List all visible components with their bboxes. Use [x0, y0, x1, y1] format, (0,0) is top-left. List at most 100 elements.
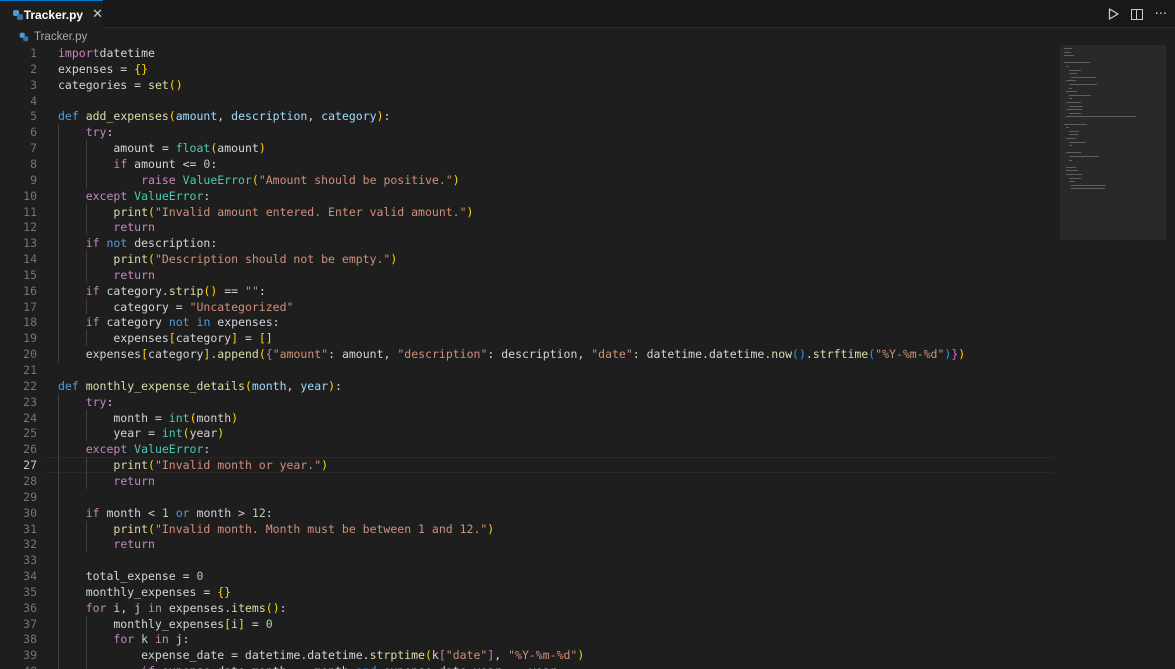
code-line[interactable]: 21: [0, 362, 1060, 378]
code-line[interactable]: 18 if category not in expenses:: [0, 314, 1060, 330]
code-line[interactable]: 3 categories = set(): [0, 77, 1060, 93]
minimap[interactable]: [1060, 45, 1175, 240]
line-number: 21: [23, 363, 37, 377]
tab-tracker-py[interactable]: Tracker.py ✕: [0, 0, 103, 28]
line-number: 22: [23, 378, 37, 393]
code-line[interactable]: 17 category = "Uncategorized": [0, 299, 1060, 315]
breadcrumb-file[interactable]: Tracker.py: [34, 31, 87, 43]
indent-guide: [85, 251, 87, 283]
code-text: try:: [85, 394, 114, 409]
code-line[interactable]: 19 expenses[category] = []: [0, 330, 1060, 346]
code-line[interactable]: 28 return: [0, 473, 1060, 489]
code-line[interactable]: 31 print("Invalid month. Month must be b…: [0, 521, 1060, 537]
more-actions-icon[interactable]: ···: [1155, 7, 1167, 22]
minimap-line: [1071, 188, 1105, 190]
minimap-line: [1066, 166, 1076, 168]
code-line[interactable]: 39 expense_date = datetime.datetime.strp…: [0, 647, 1060, 663]
minimap-line: [1064, 51, 1072, 53]
code-line[interactable]: 32 return: [0, 536, 1060, 552]
code-line[interactable]: 16 if category.strip() == "":: [0, 283, 1060, 299]
line-number: 8: [30, 156, 37, 171]
minimap-line: [1068, 98, 1073, 100]
minimap-line: [1066, 109, 1082, 111]
line-number: 30: [23, 505, 37, 520]
code-text: return: [113, 537, 155, 552]
code-line[interactable]: 1 importdatetime: [0, 45, 1060, 61]
minimap-line: [1066, 174, 1083, 175]
code-line[interactable]: 36 for i, j in expenses.items():: [0, 600, 1060, 616]
code-line[interactable]: 2 expenses = {}: [0, 61, 1060, 77]
indent-guide: [85, 520, 87, 553]
code-line[interactable]: 26 except ValueError:: [0, 441, 1060, 457]
line-number: 2: [30, 61, 37, 76]
code-line[interactable]: 4: [0, 93, 1060, 109]
line-number: 39: [23, 648, 37, 663]
code-text: return: [113, 473, 155, 488]
minimap-line: [1064, 55, 1074, 57]
code-line[interactable]: 6 try:: [0, 124, 1060, 140]
code-line[interactable]: 29: [0, 489, 1060, 505]
line-number: 25: [23, 426, 37, 441]
minimap-line: [1068, 69, 1081, 71]
code-line[interactable]: 33: [0, 552, 1060, 568]
code-text: return: [113, 220, 155, 235]
code-line[interactable]: 23 try:: [0, 394, 1060, 410]
code-line[interactable]: 15 return: [0, 267, 1060, 283]
minimap-line: [1068, 156, 1100, 157]
line-number: 10: [23, 188, 37, 203]
line-number: 3: [30, 77, 37, 92]
breadcrumb: Tracker.py: [0, 28, 1175, 46]
line-number: 1: [30, 46, 37, 60]
code-line[interactable]: 5 def add_expenses(amount, description, c…: [0, 108, 1060, 124]
line-number: 17: [23, 299, 37, 314]
code-line[interactable]: 11 print("Invalid amount entered. Enter …: [0, 204, 1060, 220]
line-number: 27: [23, 458, 37, 473]
code-line[interactable]: 14 print("Description should not be empt…: [0, 251, 1060, 267]
line-number: 14: [23, 252, 37, 267]
code-line[interactable]: 7 amount = float(amount): [0, 140, 1060, 156]
code-line[interactable]: 34 total_expense = 0: [0, 568, 1060, 584]
code-line[interactable]: 13 if not description:: [0, 235, 1060, 251]
code-editor-window: Tracker.py ✕ ··· Tracker.py 1 importdatet…: [0, 0, 1175, 669]
code-line[interactable]: 37 monthly_expenses[i] = 0: [0, 616, 1060, 632]
code-text: year = int(year): [58, 426, 225, 441]
vertical-scrollbar[interactable]: [1166, 45, 1175, 669]
code-text: if not description:: [85, 236, 218, 251]
minimap-line: [1068, 177, 1082, 179]
line-number: 9: [30, 172, 37, 187]
code-area[interactable]: 1 importdatetime 2 expenses = {} 3 categories…: [0, 45, 1060, 669]
code-line[interactable]: 38 for k in j:: [0, 631, 1060, 647]
minimap-line: [1068, 181, 1075, 183]
indent-guide: [85, 330, 87, 347]
code-line[interactable]: 30 if month < 1 or month > 12:: [0, 505, 1060, 521]
code-text: for k in j:: [113, 632, 190, 647]
code-line[interactable]: 35 monthly_expenses = {}: [0, 584, 1060, 600]
code-line[interactable]: 10 except ValueError:: [0, 188, 1060, 204]
line-number: 12: [23, 220, 37, 235]
code-line[interactable]: 25 year = int(year): [0, 425, 1060, 441]
minimap-line: [1066, 116, 1137, 118]
code-text: if amount <= 0:: [113, 156, 218, 171]
line-number: 38: [23, 632, 37, 647]
code-line[interactable]: 8 if amount <= 0:: [0, 156, 1060, 172]
code-line[interactable]: 24 month = int(month): [0, 410, 1060, 426]
code-text: category = "Uncategorized": [58, 299, 294, 314]
code-text: amount = float(amount): [58, 141, 266, 156]
run-icon[interactable]: [1108, 8, 1119, 20]
code-line[interactable]: 22 def monthly_expense_details(month, yea…: [0, 378, 1060, 394]
close-icon[interactable]: ✕: [92, 7, 103, 22]
line-number: 24: [23, 410, 37, 425]
code-line[interactable]: 40 if expense_date.month == month and ex…: [0, 663, 1060, 669]
code-text: if category.strip() == "":: [85, 283, 266, 298]
line-number: 16: [23, 283, 37, 298]
editor-actions: ···: [1108, 0, 1167, 28]
code-text: def monthly_expense_details(month, year)…: [58, 378, 342, 393]
code-line[interactable]: 27 print("Invalid month or year."): [0, 457, 1060, 473]
code-line[interactable]: 12 return: [0, 219, 1060, 235]
code-line[interactable]: 9 raise ValueError("Amount should be pos…: [0, 172, 1060, 188]
line-number: 19: [23, 331, 37, 346]
line-number: 13: [23, 236, 37, 251]
code-line[interactable]: 20 expenses[category].append({"amount": …: [0, 346, 1060, 362]
split-editor-icon[interactable]: [1130, 8, 1143, 20]
code-text: print("Description should not be empty."…: [113, 252, 398, 267]
